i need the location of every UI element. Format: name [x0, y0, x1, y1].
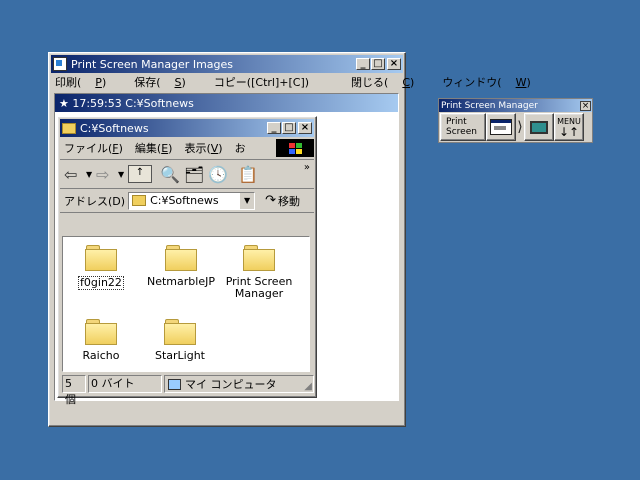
image-viewer-window[interactable]: Print Screen Manager Images _ □ × 印刷(P) 保… [48, 52, 531, 427]
up-folder-icon[interactable]: ↑ [128, 165, 152, 183]
explorer-titlebar[interactable]: C:¥Softnews _ □ × [60, 119, 314, 137]
app-icon [53, 57, 67, 71]
image-viewer-titlebar[interactable]: Print Screen Manager Images _ □ × [51, 55, 403, 73]
address-input[interactable]: C:¥Softnews ▼ [128, 191, 256, 210]
folder-icon [85, 245, 117, 271]
file-item[interactable]: f0gin22 [71, 245, 131, 290]
status-count: 5 個 [62, 375, 86, 406]
explorer-title: C:¥Softnews [80, 121, 149, 135]
screen-label: Screen [446, 127, 477, 137]
file-name: Raicho [82, 349, 120, 362]
move-to-icon[interactable]: 📋 [238, 165, 262, 184]
resize-grip-icon[interactable]: ◢ [304, 381, 312, 392]
status-location-cell: マイ コンピュータ ◢ [164, 375, 314, 393]
file-name: f0gin22 [78, 276, 124, 290]
folder-icon [62, 122, 76, 134]
explorer-menu-item[interactable]: ファイル(F) [64, 140, 123, 156]
close-button[interactable]: × [387, 58, 401, 70]
maximize-button[interactable]: □ [371, 58, 385, 70]
file-name: Print Screen Manager [225, 275, 293, 300]
monitor-icon [530, 120, 548, 134]
go-button[interactable]: ↷ 移動 [265, 193, 300, 209]
file-name: NetmarbleJP [147, 275, 215, 288]
print-screen-button[interactable]: Print Screen [440, 113, 486, 141]
toolbar-more-icon[interactable]: » [304, 162, 310, 173]
address-folder-icon [132, 195, 147, 206]
viewer-menu-item[interactable]: コピー([Ctrl]+[C]) [214, 74, 337, 90]
explorer-window[interactable]: C:¥Softnews _ □ × ファイル(F) 編集(E) 表示(V) お [57, 116, 317, 406]
explorer-toolbar: ⇦ ▼ ⇨ ▼ ↑ 🔍 🗂 🕓 📋 » [60, 160, 314, 189]
history-icon[interactable]: 🕓 [208, 165, 234, 184]
back-arrow-icon[interactable]: ⇦ [64, 165, 86, 184]
viewer-menu-item[interactable]: ウィンドウ(W) [442, 74, 544, 90]
status-location: マイ コンピュータ [185, 378, 277, 391]
explorer-menu-item[interactable]: 表示(V) [184, 140, 222, 156]
explorer-menu-item[interactable]: お [235, 140, 246, 156]
capture-window-button[interactable] [486, 113, 516, 141]
address-dropdown-button[interactable]: ▼ [239, 192, 255, 209]
menu-button[interactable]: MENU ↓↑ [554, 113, 584, 141]
folder-icon [85, 319, 117, 345]
status-size: 0 バイト [88, 375, 162, 393]
window-capture-icon [490, 119, 512, 135]
psm-close-button[interactable]: × [580, 100, 591, 111]
psm-titlebar[interactable]: Print Screen Manager × [439, 99, 592, 112]
forward-arrow-icon[interactable]: ⇨ [96, 165, 118, 184]
address-bar: アドレス(D) C:¥Softnews ▼ ↷ 移動 [60, 189, 314, 213]
viewer-menu-item[interactable]: 保存(S) [134, 74, 200, 90]
folders-icon[interactable]: 🗂 [184, 165, 208, 184]
address-value: C:¥Softnews [150, 194, 219, 207]
go-label: 移動 [277, 194, 300, 208]
print-label: Print [446, 117, 467, 127]
capture-screen-button[interactable] [524, 113, 554, 141]
folder-icon [165, 245, 197, 271]
file-item[interactable]: Print Screen Manager [223, 245, 295, 300]
viewer-menu-item[interactable]: 閉じる(C) [351, 74, 428, 90]
go-arrow-icon: ↷ [265, 193, 276, 208]
minimize-button[interactable]: _ [356, 58, 370, 70]
computer-icon [168, 378, 181, 390]
file-item[interactable]: Raicho [71, 319, 131, 362]
capture-frame: ★ 17:59:53 C:¥Softnews C:¥Softnews _ □ ×… [54, 93, 399, 406]
status-bar: 5 個 0 バイト マイ コンピュータ ◢ [62, 375, 314, 406]
address-label: アドレス(D) [64, 194, 126, 208]
capture-titlebar: ★ 17:59:53 C:¥Softnews [55, 94, 398, 112]
image-viewer-title: Print Screen Manager Images [71, 57, 234, 71]
explorer-maximize-button[interactable]: □ [282, 122, 296, 134]
file-view[interactable]: f0gin22 NetmarbleJP Print Screen Manager… [62, 236, 310, 372]
capture-title: ★ 17:59:53 C:¥Softnews [59, 96, 194, 110]
file-item[interactable]: StarLight [147, 319, 213, 362]
image-viewer-menubar: 印刷(P) 保存(S) コピー([Ctrl]+[C]) 閉じる(C) ウィンドウ(W) [51, 73, 531, 91]
folder-icon [164, 319, 196, 345]
back-dropdown-icon[interactable]: ▼ [86, 170, 96, 179]
psm-panel[interactable]: Print Screen Manager × Print Screen ⟩ ME… [438, 98, 593, 143]
explorer-menu-item[interactable]: 編集(E) [135, 140, 173, 156]
search-icon[interactable]: 🔍 [160, 165, 184, 184]
folder-icon [243, 245, 275, 271]
file-item[interactable]: NetmarbleJP [141, 245, 221, 288]
forward-dropdown-icon[interactable]: ▼ [118, 170, 128, 179]
file-name: StarLight [154, 349, 205, 362]
viewer-menu-item[interactable]: 印刷(P) [55, 74, 120, 90]
psm-title: Print Screen Manager [441, 100, 538, 111]
explorer-minimize-button[interactable]: _ [267, 122, 281, 134]
arrow-right-icon: ⟩ [517, 119, 523, 135]
windows-logo-icon [276, 139, 314, 157]
explorer-close-button[interactable]: × [298, 122, 312, 134]
up-down-arrows-icon: ↓↑ [558, 125, 580, 139]
explorer-menubar: ファイル(F) 編集(E) 表示(V) お [60, 137, 314, 160]
